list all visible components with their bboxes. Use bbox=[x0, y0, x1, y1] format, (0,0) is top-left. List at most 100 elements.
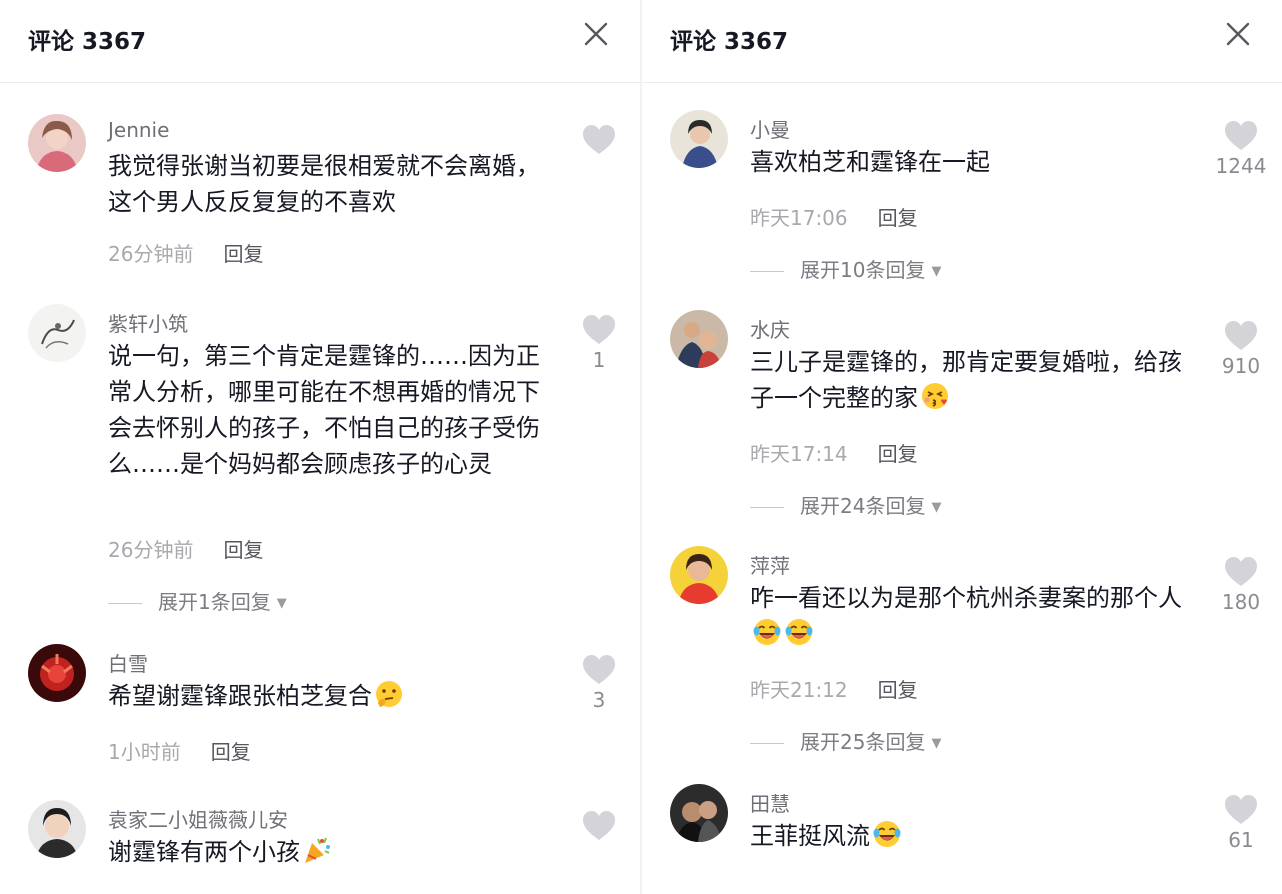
avatar[interactable] bbox=[28, 114, 86, 172]
like-group bbox=[556, 124, 640, 184]
expand-line bbox=[750, 507, 784, 508]
comment-text: 王菲挺风流 bbox=[750, 818, 1190, 854]
reply-button[interactable]: 回复 bbox=[878, 206, 918, 230]
heart-icon[interactable] bbox=[582, 654, 616, 686]
avatar[interactable] bbox=[28, 304, 86, 362]
comment-text: 谢霆锋有两个小孩 bbox=[108, 834, 548, 870]
comments-panel-right: 评论 3367 小曼 喜欢柏芝和霆锋在一起 昨天17:06 回复 展开10条回复 ▼… bbox=[642, 0, 1282, 894]
caret-down-icon: ▼ bbox=[276, 596, 287, 611]
close-button[interactable] bbox=[1222, 18, 1254, 50]
expand-replies-button[interactable]: 展开25条回复 ▼ bbox=[750, 726, 941, 755]
expand-replies-button[interactable]: 展开10条回复 ▼ bbox=[750, 254, 941, 283]
comment-text: 说一句，第三个肯定是霆锋的……因为正常人分析，哪里可能在不想再婚的情况下会去怀别… bbox=[108, 342, 540, 478]
comment-time: 26分钟前 bbox=[108, 242, 194, 266]
expand-line bbox=[108, 603, 142, 604]
heart-icon[interactable] bbox=[1224, 320, 1258, 352]
heart-icon[interactable] bbox=[1224, 794, 1258, 826]
close-icon bbox=[1222, 18, 1254, 50]
avatar[interactable] bbox=[28, 644, 86, 702]
reply-button[interactable]: 回复 bbox=[211, 740, 251, 764]
reply-button[interactable]: 回复 bbox=[878, 678, 918, 702]
like-group: 180 bbox=[1198, 556, 1282, 616]
comment-text-content: 王菲挺风流 bbox=[750, 822, 870, 850]
like-group: 61 bbox=[1198, 794, 1282, 854]
expand-replies-button[interactable]: 展开1条回复 ▼ bbox=[108, 586, 287, 615]
expand-label: 展开25条回复 bbox=[800, 730, 926, 754]
party-popper-emoji bbox=[305, 837, 330, 863]
user-name[interactable]: 袁家二小姐薇薇儿安 bbox=[108, 804, 288, 833]
comments-title: 评论 3367 bbox=[670, 29, 789, 55]
comment-text-content: 希望谢霆锋跟张柏芝复合 bbox=[108, 682, 372, 710]
avatar[interactable] bbox=[670, 310, 728, 368]
like-count bbox=[556, 158, 640, 184]
avatar[interactable] bbox=[670, 784, 728, 842]
comment-time: 昨天17:06 bbox=[750, 206, 848, 230]
caret-down-icon: ▼ bbox=[931, 736, 942, 751]
comment-text: 希望谢霆锋跟张柏芝复合 bbox=[108, 678, 548, 714]
expand-label: 展开10条回复 bbox=[800, 258, 926, 282]
like-group: 3 bbox=[556, 654, 640, 714]
like-count bbox=[556, 844, 640, 870]
comments-title: 评论 3367 bbox=[28, 29, 147, 55]
user-name[interactable]: 白雪 bbox=[108, 648, 148, 677]
reply-button[interactable]: 回复 bbox=[223, 242, 263, 266]
like-group: 910 bbox=[1198, 320, 1282, 380]
expand-line bbox=[750, 743, 784, 744]
comment-text-content: 谢霆锋有两个小孩 bbox=[108, 838, 300, 866]
comments-panel-left: 评论 3367 Jennie 我觉得张谢当初要是很相爱就不会离婚，这个男人反反复… bbox=[0, 0, 640, 894]
comment-text-content: 咋一看还以为是那个杭州杀妻案的那个人 bbox=[750, 584, 1182, 612]
expand-replies-button[interactable]: 展开24条回复 ▼ bbox=[750, 490, 941, 519]
panel-header: 评论 3367 bbox=[0, 0, 640, 83]
comment-text: 喜欢柏芝和霆锋在一起 bbox=[750, 148, 990, 176]
avatar[interactable] bbox=[670, 110, 728, 168]
reply-button[interactable]: 回复 bbox=[223, 538, 263, 562]
heart-icon[interactable] bbox=[582, 810, 616, 842]
expand-line bbox=[750, 271, 784, 272]
user-name[interactable]: 小曼 bbox=[750, 114, 790, 143]
comment-meta: 1小时前 回复 bbox=[108, 736, 251, 765]
comment-time: 1小时前 bbox=[108, 740, 181, 764]
user-name[interactable]: Jennie bbox=[108, 118, 169, 142]
reply-button[interactable]: 回复 bbox=[878, 442, 918, 466]
comment-text: 咋一看还以为是那个杭州杀妻案的那个人 bbox=[750, 580, 1190, 652]
like-count: 61 bbox=[1228, 828, 1254, 852]
like-count: 1 bbox=[592, 348, 606, 372]
close-button[interactable] bbox=[580, 18, 612, 50]
comment-meta: 昨天21:12 回复 bbox=[750, 674, 918, 703]
comment-time: 昨天21:12 bbox=[750, 678, 848, 702]
comment-text-content: 三儿子是霆锋的，那肯定要复婚啦，给孩子一个完整的家 bbox=[750, 348, 1182, 412]
heart-icon[interactable] bbox=[582, 124, 616, 156]
like-count: 180 bbox=[1221, 590, 1261, 614]
heart-icon[interactable] bbox=[582, 314, 616, 346]
heart-icon[interactable] bbox=[1224, 556, 1258, 588]
avatar[interactable] bbox=[28, 800, 86, 858]
comment-time: 26分钟前 bbox=[108, 538, 194, 562]
user-name[interactable]: 紫轩小筑 bbox=[108, 308, 188, 337]
heart-icon[interactable] bbox=[1224, 120, 1258, 152]
comment-text: 三儿子是霆锋的，那肯定要复婚啦，给孩子一个完整的家 bbox=[750, 344, 1190, 416]
comment-time: 昨天17:14 bbox=[750, 442, 848, 466]
thinking-face-emoji bbox=[376, 681, 402, 707]
expand-label: 展开24条回复 bbox=[800, 494, 926, 518]
user-name[interactable]: 田慧 bbox=[750, 788, 790, 817]
kissing-face-emoji bbox=[922, 383, 948, 409]
like-count: 1244 bbox=[1215, 154, 1267, 178]
expand-label: 展开1条回复 bbox=[158, 590, 271, 614]
caret-down-icon: ▼ bbox=[931, 500, 942, 515]
caret-down-icon: ▼ bbox=[931, 264, 942, 279]
like-count: 910 bbox=[1221, 354, 1261, 378]
like-count: 3 bbox=[592, 688, 606, 712]
laughing-tears-emoji bbox=[784, 617, 814, 647]
like-group: 1244 bbox=[1198, 120, 1282, 180]
comment-meta: 昨天17:14 回复 bbox=[750, 438, 918, 467]
close-icon bbox=[580, 18, 612, 50]
like-group bbox=[556, 810, 640, 870]
user-name[interactable]: 水庆 bbox=[750, 314, 790, 343]
laughing-tears-emoji bbox=[752, 617, 782, 647]
panel-header: 评论 3367 bbox=[642, 0, 1282, 83]
comment-text: 我觉得张谢当初要是很相爱就不会离婚，这个男人反反复复的不喜欢 bbox=[108, 152, 540, 216]
avatar[interactable] bbox=[670, 546, 728, 604]
comment-meta: 26分钟前 回复 bbox=[108, 238, 263, 267]
comment-meta: 昨天17:06 回复 bbox=[750, 202, 918, 231]
user-name[interactable]: 萍萍 bbox=[750, 550, 790, 579]
